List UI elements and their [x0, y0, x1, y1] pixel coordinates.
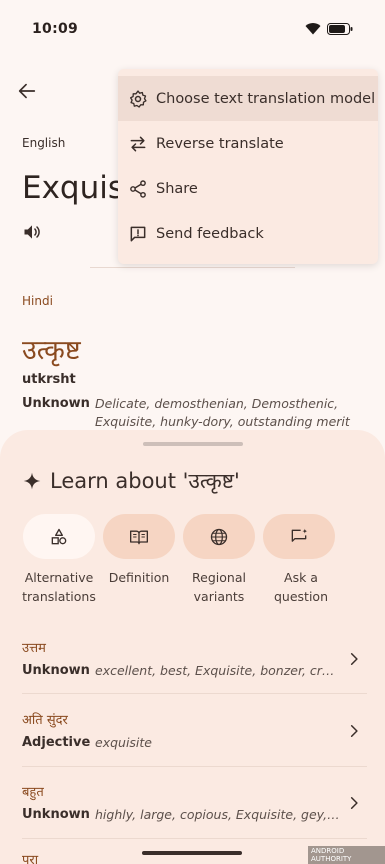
alternative-word: अति सुंदर — [22, 713, 68, 728]
swap-icon — [118, 134, 156, 154]
menu-item-share[interactable]: Share — [118, 166, 378, 211]
status-time: 10:09 — [32, 21, 79, 37]
alternative-row[interactable]: उत्तम Unknown excellent, best, Exquisite… — [0, 638, 385, 710]
alternative-row[interactable]: बहुत Unknown highly, large, copious, Exq… — [0, 782, 385, 854]
row-divider — [22, 693, 367, 694]
target-language-label: Hindi — [22, 294, 53, 308]
chevron-right-icon — [350, 796, 358, 810]
menu-item-label: Share — [156, 180, 198, 197]
row-divider — [22, 838, 367, 839]
chip-alternative-translations[interactable] — [23, 514, 95, 559]
alternative-word: बहुत — [22, 785, 44, 800]
alternative-word-partial: परा — [22, 853, 39, 864]
battery-icon — [327, 23, 353, 35]
synonyms: Delicate, demosthenian, Demosthenic, Exq… — [95, 396, 350, 429]
alternative-pos: Adjective — [22, 735, 91, 750]
menu-item-reverse-translate[interactable]: Reverse translate — [118, 121, 378, 166]
alternative-row[interactable]: अति सुंदर Adjective exquisite — [0, 710, 385, 782]
chat-sparkle-icon — [291, 528, 308, 542]
chip-definition[interactable] — [103, 514, 175, 559]
alternative-synonyms: excellent, best, Exquisite, bonzer, crea… — [95, 663, 340, 678]
speaker-icon[interactable] — [22, 222, 42, 242]
drag-handle[interactable] — [143, 442, 243, 446]
part-of-speech: Unknown — [22, 396, 90, 411]
row-divider — [22, 766, 367, 767]
chevron-right-icon — [350, 652, 358, 666]
alternative-synonyms: exquisite — [95, 735, 152, 750]
back-arrow-icon[interactable] — [16, 80, 38, 102]
sparkle-icon — [23, 472, 41, 490]
shapes-icon — [51, 528, 67, 544]
feedback-icon — [118, 224, 156, 244]
gear-icon — [118, 89, 156, 109]
alternative-pos: Unknown — [22, 663, 90, 678]
globe-icon — [210, 528, 228, 545]
alternative-word: उत्तम — [22, 641, 46, 656]
chip-regional-variants[interactable] — [183, 514, 255, 559]
alternative-pos: Unknown — [22, 807, 90, 822]
menu-item-choose-model[interactable]: Choose text translation model — [118, 76, 378, 121]
menu-item-send-feedback[interactable]: Send feedback — [118, 211, 378, 256]
chip-ask-a-question[interactable] — [263, 514, 335, 559]
menu-item-label: Send feedback — [156, 225, 264, 242]
watermark: ANDROID AUTHORITY — [308, 846, 385, 864]
chevron-right-icon — [350, 724, 358, 738]
home-indicator[interactable] — [142, 851, 242, 855]
overflow-menu: Choose text translation model Reverse tr… — [118, 69, 378, 264]
book-icon — [130, 530, 148, 544]
divider — [90, 267, 295, 268]
share-icon — [118, 179, 156, 199]
wifi-icon — [305, 23, 321, 35]
menu-item-label: Choose text translation model — [156, 90, 376, 107]
chip-label: Ask a question — [273, 570, 328, 604]
target-text[interactable]: उत्कृष्ट — [22, 330, 81, 367]
transliteration: utkrsht — [22, 372, 76, 387]
menu-item-label: Reverse translate — [156, 135, 284, 152]
learn-title-text: Learn about 'उत्कृष्ट' — [50, 469, 240, 493]
alternative-synonyms: highly, large, copious, Exquisite, gey, … — [95, 807, 340, 822]
source-language-label: English — [22, 136, 66, 150]
learn-title: Learn about 'उत्कृष्ट' — [22, 467, 240, 495]
